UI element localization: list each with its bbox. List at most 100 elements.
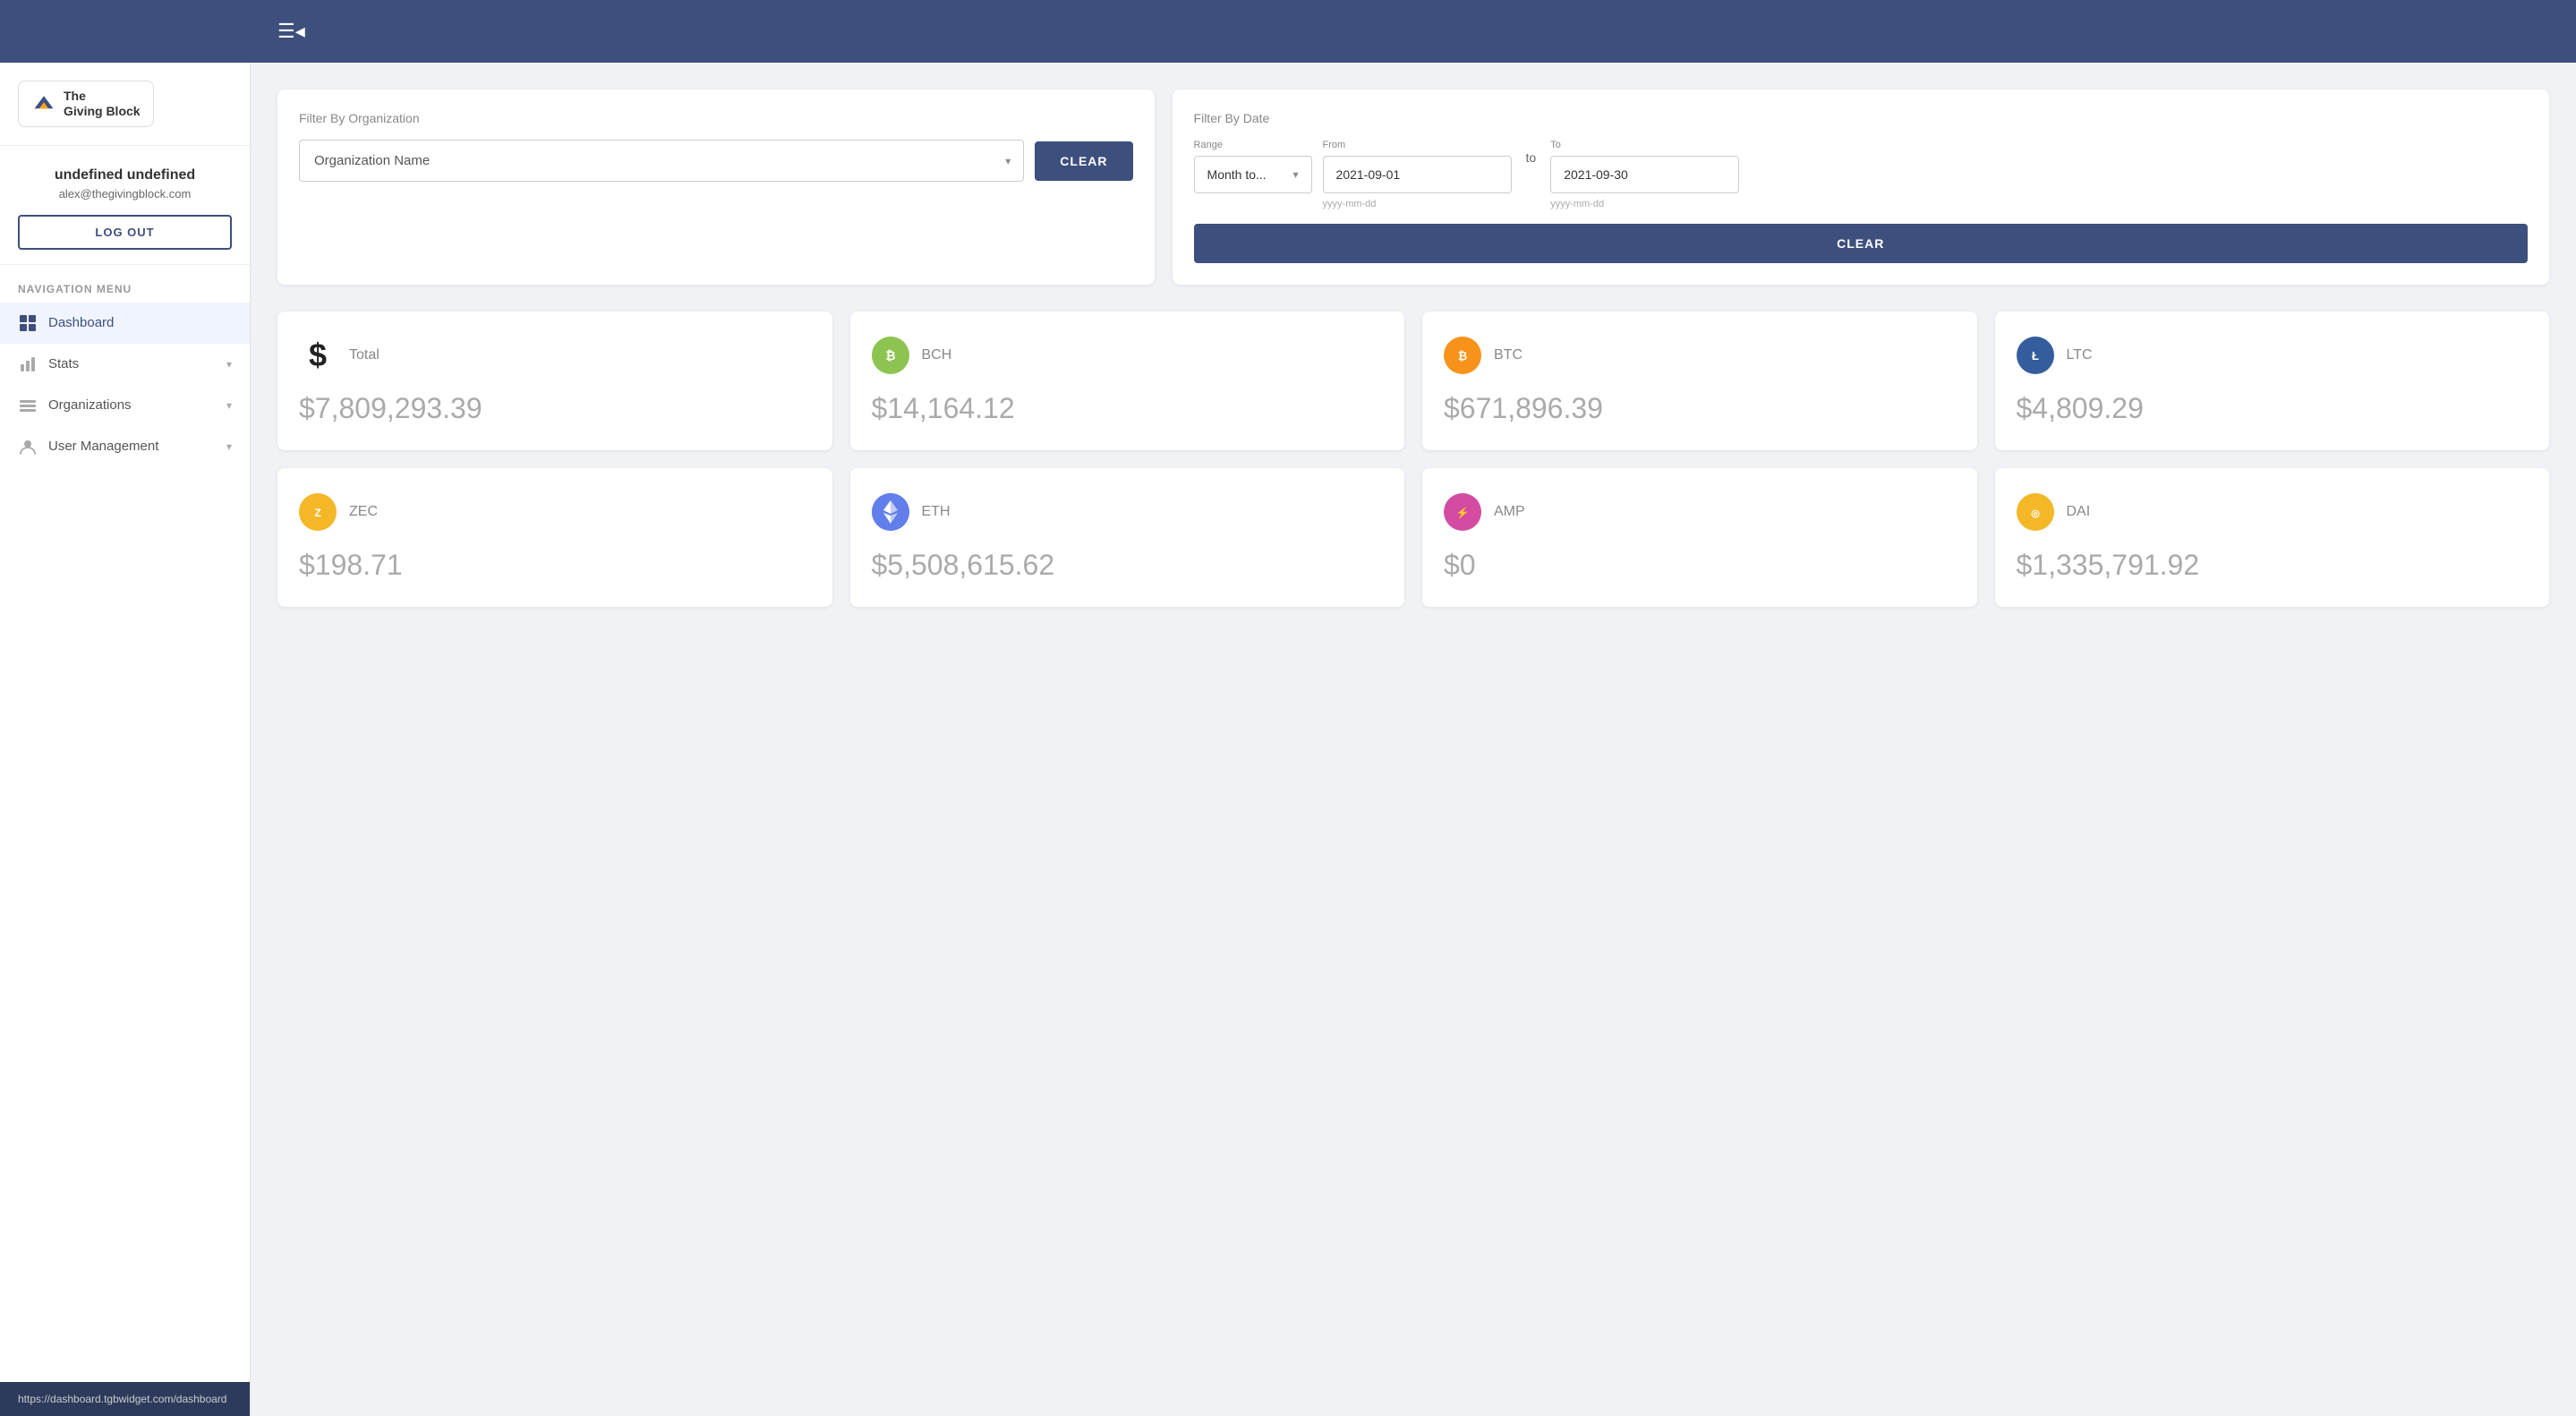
- to-helper: yyyy-mm-dd: [1550, 199, 1739, 209]
- sidebar-item-stats-label: Stats: [48, 356, 79, 371]
- card-header-bch: ₿ BCH: [872, 337, 1384, 374]
- svg-text:₿: ₿: [885, 348, 895, 363]
- stat-card-dai: ◎ DAI $1,335,791.92: [1995, 468, 2550, 607]
- card-value-total: $7,809,293.39: [299, 392, 811, 425]
- sidebar-item-organizations[interactable]: Organizations ▾: [0, 385, 250, 426]
- zec-icon: Z: [299, 493, 337, 531]
- svg-text:◎: ◎: [2031, 508, 2040, 519]
- card-header-btc: ₿ BTC: [1444, 337, 1956, 374]
- stats-cards-row1: $ Total $7,809,293.39 ₿ BCH $14,164.12: [277, 311, 2549, 450]
- org-select-wrapper: Organization Name ▾: [299, 140, 1024, 182]
- to-input[interactable]: [1550, 156, 1739, 193]
- hamburger-icon[interactable]: ☰◂: [277, 20, 305, 43]
- stat-card-eth: ETH $5,508,615.62: [850, 468, 1405, 607]
- svg-text:Z: Z: [314, 507, 320, 519]
- to-field: To yyyy-mm-dd: [1550, 140, 1739, 209]
- logo-text: The Giving Block: [64, 89, 141, 119]
- user-email: alex@thegivingblock.com: [18, 187, 232, 200]
- user-name: undefined undefined: [18, 167, 232, 183]
- stats-chevron-icon: ▾: [226, 358, 232, 371]
- main-layout: The Giving Block undefined undefined ale…: [0, 63, 2576, 1416]
- card-header-dai: ◎ DAI: [2017, 493, 2529, 531]
- logout-button[interactable]: LOG OUT: [18, 215, 232, 250]
- stat-card-amp: ⚡ AMP $0: [1422, 468, 1977, 607]
- stat-card-bch: ₿ BCH $14,164.12: [850, 311, 1405, 450]
- stat-card-total: $ Total $7,809,293.39: [277, 311, 832, 450]
- logo-area: The Giving Block: [0, 63, 250, 146]
- card-value-dai: $1,335,791.92: [2017, 549, 2529, 582]
- logo-box: The Giving Block: [18, 81, 154, 127]
- from-helper: yyyy-mm-dd: [1323, 199, 1512, 209]
- card-title-amp: AMP: [1494, 504, 1525, 520]
- filter-org-panel: Filter By Organization Organization Name…: [277, 90, 1155, 285]
- to-label: To: [1550, 140, 1739, 150]
- card-title-zec: ZEC: [349, 504, 378, 520]
- stats-icon: [18, 354, 38, 374]
- card-title-ltc: LTC: [2067, 347, 2093, 363]
- sidebar-item-user-management-label: User Management: [48, 439, 158, 454]
- user-management-chevron-icon: ▾: [226, 440, 232, 453]
- total-icon: $: [299, 337, 337, 374]
- svg-text:₿: ₿: [1458, 349, 1468, 363]
- ltc-icon: Ł: [2017, 337, 2054, 374]
- dai-icon: ◎: [2017, 493, 2054, 531]
- date-clear-row: CLEAR: [1194, 224, 2528, 263]
- range-select-wrapper: Month to... Custom Year to date ▾: [1194, 156, 1312, 193]
- date-clear-button[interactable]: CLEAR: [1194, 224, 2528, 263]
- card-value-amp: $0: [1444, 549, 1956, 582]
- eth-icon: [872, 493, 909, 531]
- sidebar-item-organizations-label: Organizations: [48, 397, 132, 413]
- org-select[interactable]: Organization Name: [300, 141, 1023, 181]
- amp-icon: ⚡: [1444, 493, 1481, 531]
- card-value-bch: $14,164.12: [872, 392, 1384, 425]
- card-value-ltc: $4,809.29: [2017, 392, 2529, 425]
- main-content: Filter By Organization Organization Name…: [251, 63, 2576, 1416]
- user-icon: [18, 437, 38, 456]
- card-header-total: $ Total: [299, 337, 811, 374]
- date-filter-row: Range Month to... Custom Year to date ▾ …: [1194, 140, 2528, 209]
- org-filter-row: Organization Name ▾ CLEAR: [299, 140, 1133, 182]
- stat-card-ltc: Ł LTC $4,809.29: [1995, 311, 2550, 450]
- stat-card-zec: Z ZEC $198.71: [277, 468, 832, 607]
- range-field: Range Month to... Custom Year to date ▾: [1194, 140, 1312, 193]
- filter-org-label: Filter By Organization: [299, 111, 1133, 125]
- bch-icon: ₿: [872, 337, 909, 374]
- filter-date-label: Filter By Date: [1194, 111, 2528, 125]
- range-label: Range: [1194, 140, 1312, 150]
- stats-cards-row2: Z ZEC $198.71: [277, 468, 2549, 607]
- range-select[interactable]: Month to... Custom Year to date: [1195, 157, 1311, 192]
- card-title-dai: DAI: [2067, 504, 2091, 520]
- sidebar-user: undefined undefined alex@thegivingblock.…: [0, 146, 250, 265]
- sidebar-item-dashboard-label: Dashboard: [48, 315, 114, 330]
- filter-row: Filter By Organization Organization Name…: [277, 90, 2549, 285]
- card-header-amp: ⚡ AMP: [1444, 493, 1956, 531]
- sidebar-item-user-management[interactable]: User Management ▾: [0, 426, 250, 467]
- sidebar-item-dashboard[interactable]: Dashboard: [0, 303, 250, 344]
- sidebar-item-stats[interactable]: Stats ▾: [0, 344, 250, 385]
- svg-text:⚡: ⚡: [1456, 507, 1470, 519]
- from-label: From: [1323, 140, 1512, 150]
- sidebar: The Giving Block undefined undefined ale…: [0, 63, 251, 1416]
- nav-section-label: NAVIGATION MENU: [0, 265, 250, 303]
- btc-icon: ₿: [1444, 337, 1481, 374]
- top-bar: ☰◂: [0, 0, 2576, 63]
- card-value-btc: $671,896.39: [1444, 392, 1956, 425]
- filter-date-panel: Filter By Date Range Month to... Custom …: [1173, 90, 2549, 285]
- card-value-zec: $198.71: [299, 549, 811, 582]
- footer-url: https://dashboard.tgbwidget.com/dashboar…: [18, 1393, 226, 1405]
- organizations-icon: [18, 396, 38, 415]
- sidebar-footer: https://dashboard.tgbwidget.com/dashboar…: [0, 1382, 250, 1416]
- card-header-zec: Z ZEC: [299, 493, 811, 531]
- from-input[interactable]: [1323, 156, 1512, 193]
- stat-card-btc: ₿ BTC $671,896.39: [1422, 311, 1977, 450]
- card-title-total: Total: [349, 347, 380, 363]
- card-title-bch: BCH: [922, 347, 952, 363]
- org-clear-button[interactable]: CLEAR: [1035, 141, 1132, 181]
- card-header-eth: ETH: [872, 493, 1384, 531]
- svg-text:Ł: Ł: [2032, 349, 2039, 363]
- from-field: From yyyy-mm-dd: [1323, 140, 1512, 209]
- organizations-chevron-icon: ▾: [226, 399, 232, 412]
- card-header-ltc: Ł LTC: [2017, 337, 2529, 374]
- logo-icon: [31, 91, 56, 116]
- card-title-btc: BTC: [1494, 347, 1523, 363]
